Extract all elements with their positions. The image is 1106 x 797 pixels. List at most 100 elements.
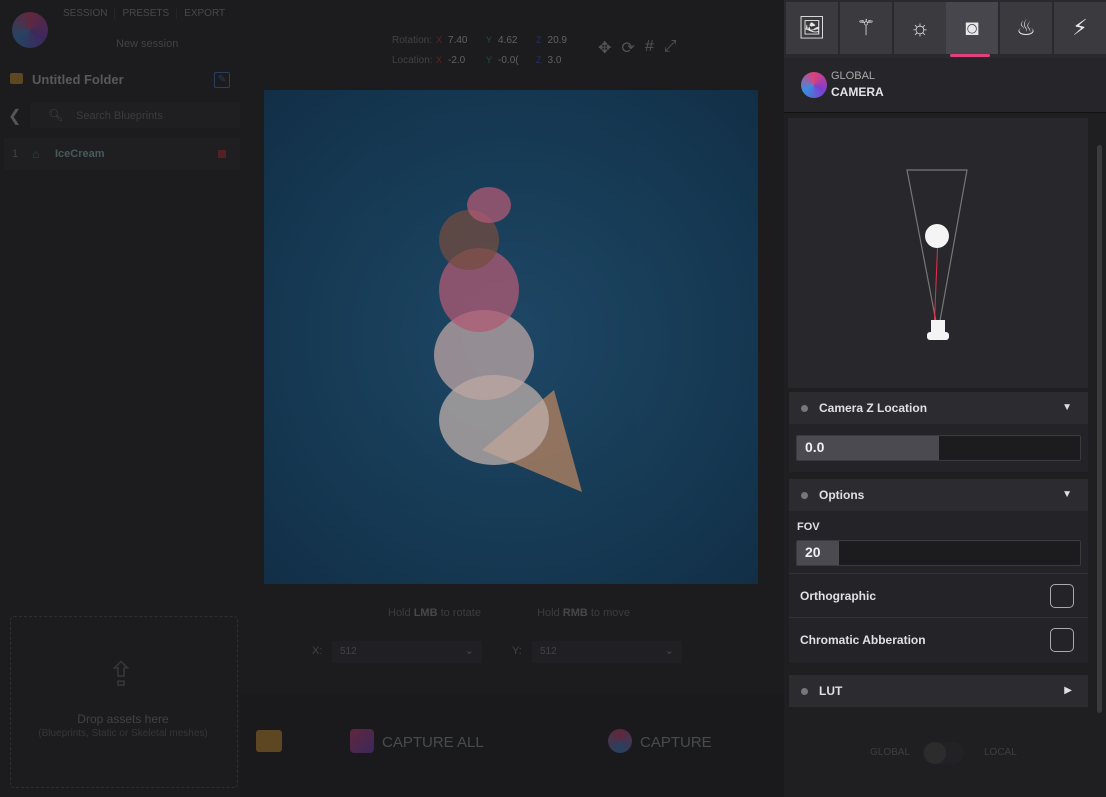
chevron-down-icon: ⌄ [664,645,674,657]
axis-x-label: X [436,55,443,65]
location-label: Location: [392,54,433,66]
top-menu: SESSION PRESETS EXPORT [56,8,232,19]
section-camera-z-body: 0.0 [789,424,1088,472]
panel-scope: GLOBAL [831,70,876,82]
drop-zone[interactable] [10,616,238,788]
resolution-x-label: X: [312,645,323,657]
camera-frustum [906,169,968,340]
section-camera-z[interactable]: Camera Z Location ▼ [789,392,1088,424]
tab-camera[interactable]: ◙ [946,2,998,54]
camera-handle[interactable] [927,332,949,340]
section-lut[interactable]: LUT ▶ [789,675,1088,707]
chromatic-checkbox[interactable] [1050,628,1074,652]
expand-icon[interactable]: ⤢ [664,38,677,58]
location-z[interactable]: 3.0 [548,55,580,66]
panel-title: CAMERA [831,85,884,99]
delete-icon[interactable] [218,150,226,158]
capture-all-icon[interactable] [350,729,374,753]
refresh-icon[interactable]: ⟳ [621,38,634,58]
section-label: LUT [819,684,843,698]
axis-z-label: Z [536,35,542,45]
chromatic-label: Chromatic Abberation [800,633,926,647]
move-icon[interactable]: ✥ [598,38,611,58]
camera-z-slider[interactable]: 0.0 [796,435,1081,461]
capture-all-button[interactable]: CAPTURE ALL [382,734,484,751]
rotation-z[interactable]: 20.9 [548,35,580,46]
hint-key-rmb: RMB [562,607,588,619]
resolution-y-select[interactable]: Y: 512 ⌄ [512,641,682,663]
rotation-y[interactable]: 4.62 [498,35,530,46]
resolution-y-label: Y: [512,645,522,657]
location-x[interactable]: -2.0 [448,55,480,66]
scope-toggle[interactable]: GLOBAL LOCAL [870,742,1030,764]
active-tab-indicator [950,54,990,57]
menu-presets[interactable]: PRESETS [115,8,178,19]
viewport[interactable] [264,90,758,584]
tab-fx[interactable]: ♨ [1000,2,1052,54]
toggle-local-label: LOCAL [984,747,1017,758]
hint-key-lmb: LMB [413,607,438,619]
hint-text: Hold [537,607,563,619]
grid-icon[interactable]: # [645,38,654,58]
camera-diagram[interactable] [788,118,1088,388]
viewport-tools: ✥ ⟳ # ⤢ [598,38,677,58]
tab-effects[interactable]: ⚚ [840,2,892,54]
session-name: New session [116,38,179,50]
transform-readout: Rotation: X 7.40 Y 4.62 Z 20.9 Location:… [392,30,580,70]
running-icon: ⚡︎ [1072,15,1088,40]
menu-session[interactable]: SESSION [56,8,116,19]
section-label: Camera Z Location [819,401,928,415]
target-handle[interactable] [925,224,949,248]
axis-y-label: Y [486,55,493,65]
reset-dot-icon[interactable] [801,492,808,499]
collapse-arrow-icon[interactable]: ▼ [1062,489,1072,500]
resolution-x-select[interactable]: X: 512 ⌄ [312,641,482,663]
image-icon: 🖼︎ [798,15,826,40]
toggle-knob[interactable] [924,742,946,764]
section-options[interactable]: Options ▼ [789,479,1088,511]
rotation-label: Rotation: [392,34,433,46]
edit-icon[interactable]: ✎ [214,72,230,88]
blueprint-icon: ⌂ [32,147,40,161]
magic-wand-icon: ⚚ [856,15,876,40]
axis-z-label: Z [536,55,542,65]
globe-icon [801,72,827,98]
resolution-y-value: 512 [540,646,557,657]
fov-label: FOV [797,521,820,533]
section-options-body: FOV 20 Orthographic Chromatic Abberation [789,511,1088,663]
list-item-number: 1 [12,148,19,160]
app-logo [12,12,48,48]
option-chromatic: Chromatic Abberation [789,617,1088,662]
orthographic-label: Orthographic [800,589,877,603]
rotation-row: Rotation: X 7.40 Y 4.62 Z 20.9 [392,30,580,50]
expand-arrow-icon[interactable]: ▶ [1064,685,1072,696]
search-input[interactable] [74,105,238,127]
reset-dot-icon[interactable] [801,688,808,695]
capture-icon[interactable] [608,729,632,753]
capture-button[interactable]: CAPTURE [640,734,712,751]
reset-dot-icon[interactable] [801,405,808,412]
drop-assets-icon: ⇪ [106,656,136,694]
drop-title: Drop assets here [77,712,169,726]
list-item-name: IceCream [55,148,105,160]
location-y[interactable]: -0.0( [498,55,530,66]
rotation-x[interactable]: 7.40 [448,35,480,46]
open-folder-icon[interactable] [256,730,282,752]
resolution-x-value: 512 [340,646,357,657]
toggle-global-label: GLOBAL [870,747,911,758]
tab-animation[interactable]: ⚡︎ [1054,2,1106,54]
icecream-render [434,187,582,492]
location-row: Location: X -2.0 Y -0.0( Z 3.0 [392,50,580,70]
search-icon: 🔍︎ [48,108,64,122]
tab-lighting[interactable]: ☼ [894,2,946,54]
collapse-arrow-icon[interactable]: ▼ [1062,402,1072,413]
orthographic-checkbox[interactable] [1050,584,1074,608]
menu-export[interactable]: EXPORT [177,8,232,19]
axis-x-label: X [436,35,443,45]
fov-slider[interactable]: 20 [796,540,1081,566]
back-arrow-icon[interactable]: ❮ [8,106,21,126]
tab-background[interactable]: 🖼︎ [786,2,838,54]
slider-value: 0.0 [805,439,825,455]
sun-icon: ☼ [909,15,931,40]
scrollbar[interactable] [1097,145,1102,713]
